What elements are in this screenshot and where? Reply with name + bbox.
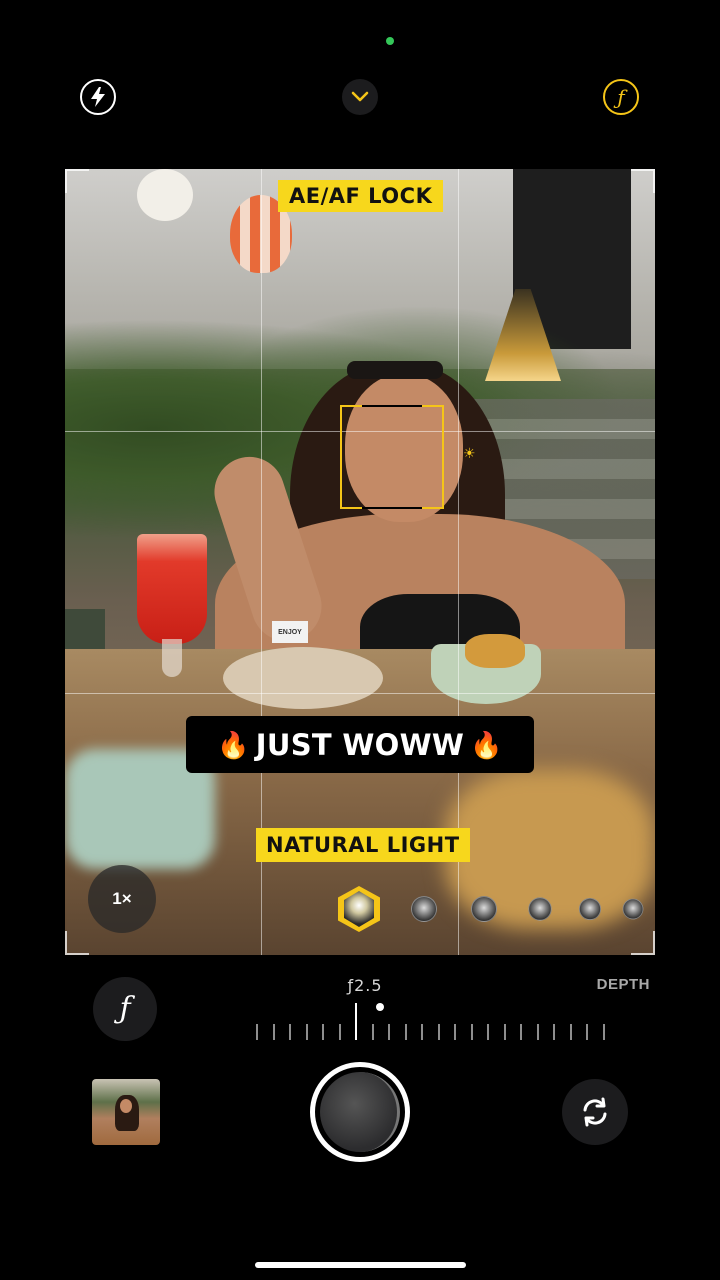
aperture-icon: ƒ — [617, 85, 625, 109]
slider-tick — [289, 1024, 291, 1040]
lighting-option[interactable] — [622, 898, 644, 920]
slider-tick — [421, 1024, 423, 1040]
slider-tick — [272, 1024, 275, 1040]
slider-tick — [355, 1003, 357, 1040]
slider-tick — [338, 1024, 341, 1040]
scene-lamp-balloon — [137, 169, 193, 221]
camera-flip-icon — [583, 1097, 607, 1127]
depth-label: DEPTH — [596, 976, 650, 993]
focus-box[interactable] — [340, 405, 444, 509]
slider-tick — [569, 1024, 572, 1040]
slider-tick — [586, 1024, 588, 1040]
slider-tick — [553, 1024, 555, 1040]
natural-light-icon — [344, 891, 374, 927]
camera-viewfinder[interactable]: ENJOY ☀ AE/AF LOCK 🔥 JUST WOWW 🔥 NATURAL… — [65, 169, 655, 955]
lighting-option[interactable] — [528, 897, 552, 921]
scene-juice-glass — [137, 534, 207, 644]
shutter-button[interactable] — [310, 1062, 410, 1162]
scene-table-card: ENJOY — [272, 621, 308, 643]
lighting-option[interactable] — [471, 896, 497, 922]
frame-corner — [631, 169, 655, 193]
scene-plate — [223, 647, 383, 709]
lighting-option-natural-selected[interactable] — [338, 886, 380, 932]
lighting-mode-label: NATURAL LIGHT — [256, 828, 470, 862]
thumbnail-subject-face — [120, 1099, 132, 1113]
slider-tick — [602, 1024, 605, 1040]
slider-tick — [487, 1024, 489, 1040]
caption-text: JUST WOWW — [255, 727, 465, 762]
chevron-down-icon — [351, 91, 369, 102]
slider-tick — [520, 1024, 522, 1040]
scene-fries — [465, 634, 525, 668]
aperture-toggle-button[interactable]: ƒ — [603, 79, 639, 115]
lightning-bolt-icon — [91, 87, 105, 107]
flash-button[interactable] — [80, 79, 116, 115]
frame-corner — [65, 169, 89, 193]
home-indicator[interactable] — [255, 1262, 466, 1268]
portrait-lighting-selector[interactable] — [335, 884, 655, 936]
frame-corner — [65, 931, 89, 955]
scene-glass-stem — [162, 639, 182, 677]
depth-slider[interactable] — [250, 1000, 620, 1044]
camera-flip-button[interactable] — [562, 1079, 628, 1145]
depth-control-button[interactable]: ƒ — [93, 977, 157, 1041]
exposure-sun-icon[interactable]: ☀ — [463, 446, 477, 460]
camera-active-indicator — [386, 37, 394, 45]
last-photo-thumbnail[interactable] — [92, 1079, 160, 1145]
caption-banner: 🔥 JUST WOWW 🔥 — [186, 716, 534, 773]
slider-tick — [503, 1024, 506, 1040]
aperture-icon: ƒ — [119, 991, 131, 1026]
slider-tick — [470, 1024, 473, 1040]
fire-icon: 🔥 — [217, 729, 250, 760]
shutter-inner — [320, 1072, 400, 1152]
grid-line — [65, 693, 655, 694]
slider-tick — [536, 1024, 539, 1040]
ae-af-lock-badge: AE/AF LOCK — [278, 180, 444, 212]
slider-tick — [437, 1024, 440, 1040]
slider-tick — [256, 1024, 258, 1040]
lighting-option[interactable] — [578, 897, 602, 921]
zoom-button[interactable]: 1× — [88, 865, 156, 933]
slider-default-marker — [376, 1003, 384, 1011]
subject-sunglasses — [347, 361, 443, 379]
slider-tick — [371, 1024, 374, 1040]
options-expand-button[interactable] — [342, 79, 378, 115]
slider-tick — [322, 1024, 324, 1040]
lighting-option[interactable] — [411, 896, 437, 922]
slider-tick — [305, 1024, 308, 1040]
fire-icon: 🔥 — [470, 729, 503, 760]
slider-tick — [388, 1024, 390, 1040]
slider-tick — [404, 1024, 407, 1040]
slider-tick — [454, 1024, 456, 1040]
aperture-value: ƒ2.5 — [347, 976, 383, 995]
